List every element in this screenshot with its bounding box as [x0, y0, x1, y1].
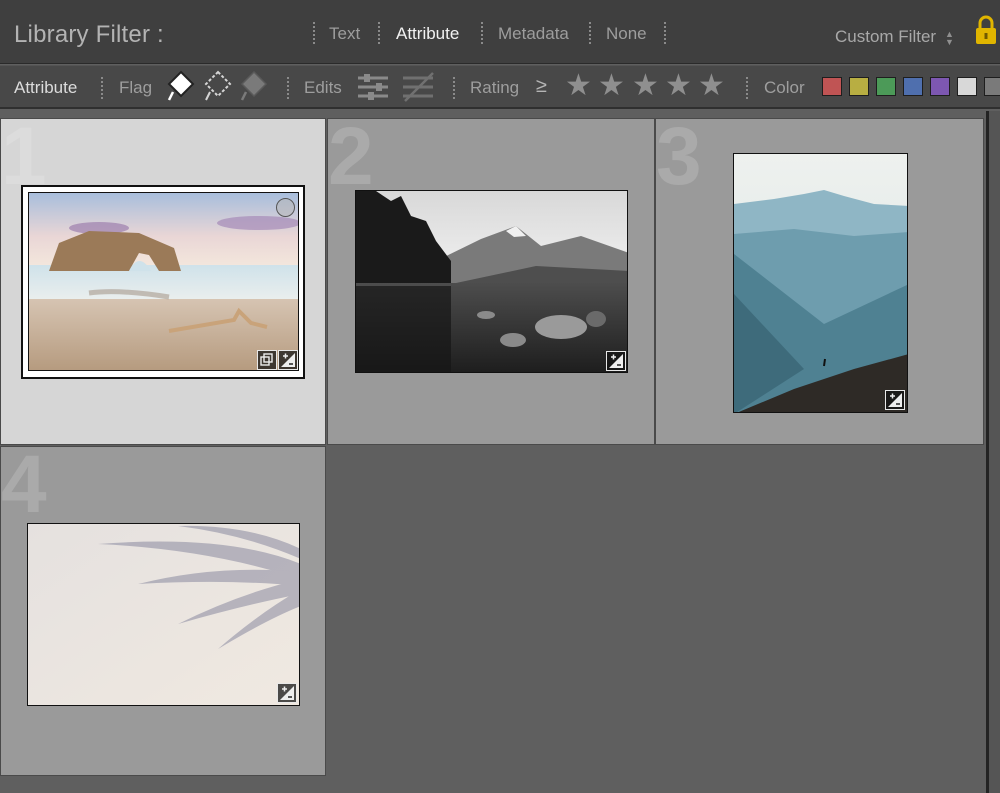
- grid-cell-2[interactable]: 2: [327, 118, 655, 445]
- unedited-filter-icon[interactable]: [401, 71, 437, 103]
- custom-filter-dropdown[interactable]: Custom Filter: [835, 27, 936, 47]
- color-swatch-red[interactable]: [822, 77, 842, 96]
- misty-mountains-photo: [734, 154, 907, 412]
- divider: [313, 22, 315, 44]
- divider: [378, 22, 380, 44]
- padlock-icon[interactable]: [974, 14, 998, 46]
- grid-scrollbar[interactable]: [986, 111, 1000, 793]
- photo-thumbnail[interactable]: [27, 523, 300, 706]
- rating-star-5[interactable]: ★: [698, 69, 725, 103]
- tab-metadata[interactable]: Metadata: [498, 24, 569, 44]
- attribute-filter-bar: Attribute Flag Edits Rating ≥ ★ ★ ★ ★ ★ …: [0, 65, 1000, 109]
- tab-attribute[interactable]: Attribute: [396, 24, 459, 44]
- tab-text[interactable]: Text: [329, 24, 360, 44]
- mountain-lake-bw-photo: [356, 191, 627, 372]
- color-label: Color: [764, 78, 805, 97]
- color-swatch-none[interactable]: [984, 77, 1000, 96]
- rating-star-2[interactable]: ★: [598, 69, 625, 103]
- quick-collection-circle-icon[interactable]: [276, 198, 295, 217]
- color-swatch-blue[interactable]: [903, 77, 923, 96]
- cell-index-number: 3: [656, 118, 702, 202]
- divider: [746, 77, 748, 99]
- unflagged-filter-icon[interactable]: [204, 69, 232, 103]
- divider: [481, 22, 483, 44]
- flag-label: Flag: [119, 78, 153, 97]
- rating-label: Rating: [470, 78, 520, 97]
- tab-none[interactable]: None: [606, 24, 647, 44]
- grid-cell-1[interactable]: 1: [0, 118, 326, 445]
- cell-index-number: 4: [1, 446, 47, 530]
- grid-cell-4[interactable]: 4: [0, 446, 326, 776]
- develop-adjustments-icon: [278, 350, 298, 370]
- develop-adjustments-icon: [606, 351, 626, 371]
- virtual-copy-icon: [257, 350, 277, 370]
- rating-star-3[interactable]: ★: [632, 69, 659, 103]
- grid-cell-3[interactable]: 3: [655, 118, 984, 445]
- library-filter-title: Library Filter :: [14, 21, 164, 48]
- rejected-filter-icon[interactable]: [240, 69, 268, 103]
- divider: [453, 77, 455, 99]
- rating-star-4[interactable]: ★: [665, 69, 692, 103]
- color-swatch-purple[interactable]: [930, 77, 950, 96]
- chevron-updown-icon: ▲ ▼: [945, 29, 954, 47]
- color-swatch-green[interactable]: [876, 77, 896, 96]
- lightroom-library-window: Library Filter : Text Attribute Metadata…: [0, 0, 1000, 793]
- rating-operator[interactable]: ≥: [536, 75, 547, 98]
- divider: [287, 77, 289, 99]
- divider: [101, 77, 103, 99]
- flagged-filter-icon[interactable]: [167, 69, 195, 103]
- color-swatch-custom[interactable]: [957, 77, 977, 96]
- rating-star-1[interactable]: ★: [565, 69, 592, 103]
- palm-shadow-photo: [28, 524, 299, 705]
- divider: [664, 22, 666, 44]
- edits-label: Edits: [304, 78, 342, 97]
- library-filter-bar: Library Filter : Text Attribute Metadata…: [0, 0, 1000, 64]
- edited-filter-icon[interactable]: [356, 71, 390, 103]
- photo-thumbnail[interactable]: [355, 190, 628, 373]
- attribute-label: Attribute: [14, 78, 78, 97]
- develop-adjustments-icon: [885, 390, 905, 410]
- divider: [589, 22, 591, 44]
- develop-adjustments-icon: [277, 683, 297, 703]
- color-swatch-yellow[interactable]: [849, 77, 869, 96]
- thumbnail-grid: 1 2 3 4: [0, 111, 1000, 793]
- beach-arch-photo: [29, 193, 298, 370]
- photo-thumbnail[interactable]: [28, 192, 299, 371]
- photo-thumbnail[interactable]: [733, 153, 908, 413]
